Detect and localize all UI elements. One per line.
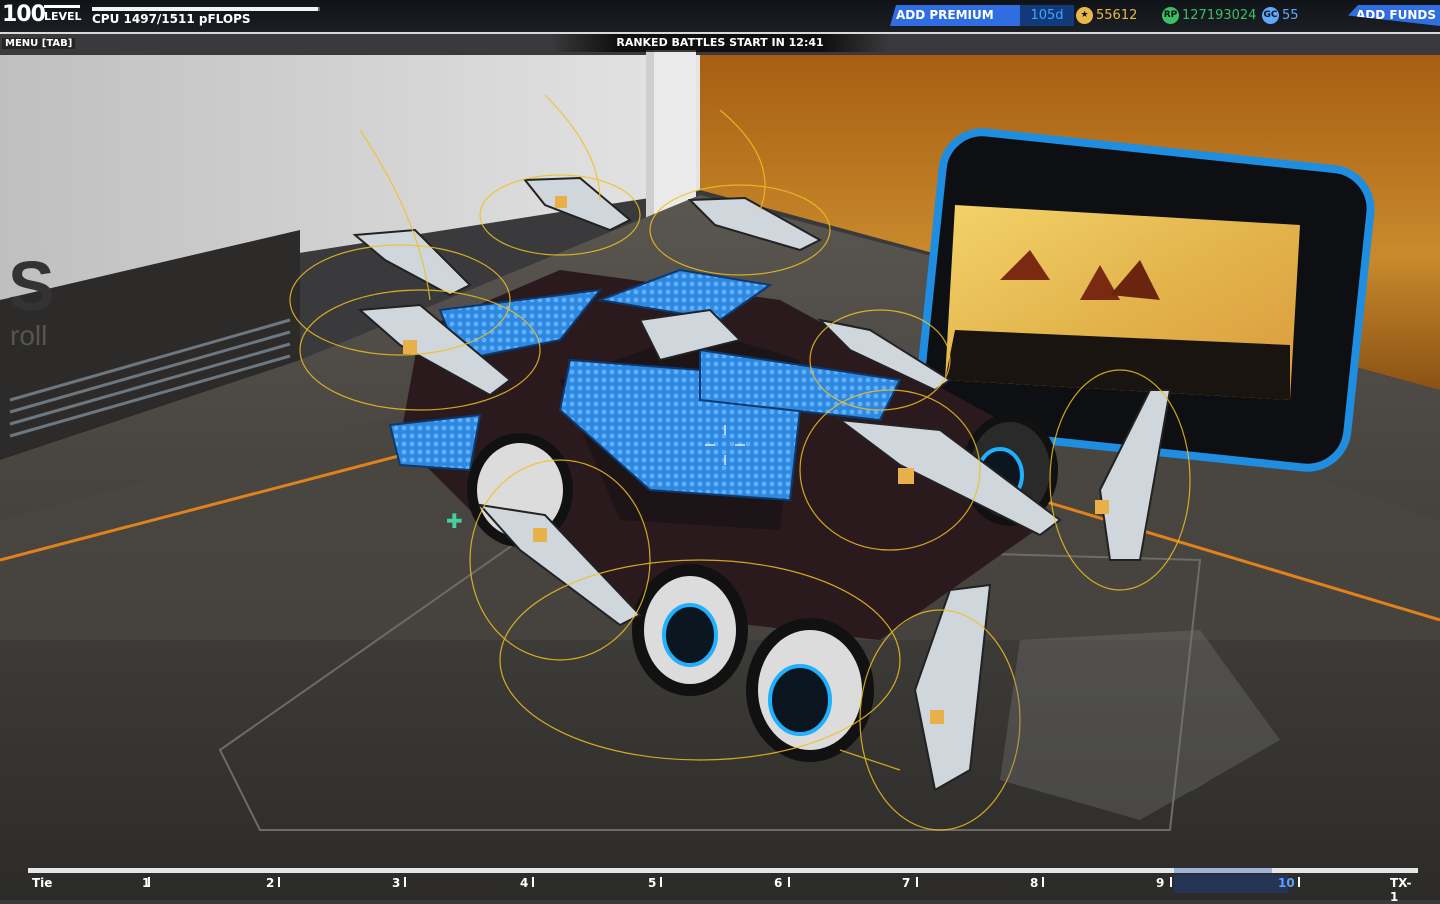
tier-divider <box>916 877 918 887</box>
top-hud: 100 LEVEL CPU 1497/1511 pFLOPS ADD PREMI… <box>0 0 1440 34</box>
tier-divider <box>1170 877 1172 887</box>
tier-divider <box>660 877 662 887</box>
tier-divider <box>1042 877 1044 887</box>
rp-icon: RP <box>1162 7 1179 24</box>
tier-divider <box>1298 877 1300 887</box>
tier-label-1: 1 <box>142 876 151 890</box>
tier-label-6: 6 <box>774 876 783 890</box>
tier-label-7: 7 <box>902 876 911 890</box>
tier-label-10: 10 <box>1278 876 1295 890</box>
tier-label-4: 4 <box>520 876 529 890</box>
player-level-label: LEVEL <box>44 10 82 23</box>
wall-logo-letter: S <box>8 247 55 325</box>
tier-label-5: 5 <box>648 876 657 890</box>
garage-scene: S roll ✚ <box>0 50 1440 900</box>
tier-label-3: 3 <box>392 876 401 890</box>
player-level-number: 100 <box>2 2 46 27</box>
cpu-bar-fill <box>92 7 318 11</box>
gc-icon: GC <box>1262 7 1279 24</box>
galaxy-coins-counter: GC 55 <box>1262 5 1299 26</box>
tech-points-counter: ★ 55612 <box>1076 5 1137 26</box>
ranked-battles-banner: RANKED BATTLES START IN 12:41 <box>550 34 890 52</box>
tier-divider <box>404 877 406 887</box>
svg-text:✚: ✚ <box>446 509 463 533</box>
add-premium-button[interactable]: ADD PREMIUM <box>890 5 1020 26</box>
tier-bar: Tie 1 2 3 4 5 6 7 8 9 10 TX-1 <box>28 868 1418 904</box>
tier-label-2: 2 <box>266 876 275 890</box>
wall-logo-text: roll <box>10 320 47 351</box>
robits-counter: RP 127193024 <box>1162 5 1256 26</box>
tier-label-start: Tie <box>32 876 53 890</box>
menu-button[interactable]: MENU [TAB] <box>2 38 76 49</box>
tech-points-value: 55612 <box>1096 8 1138 23</box>
tier-divider <box>278 877 280 887</box>
level-progress-tick <box>44 5 80 8</box>
tier-divider <box>788 877 790 887</box>
cpu-bar <box>92 7 320 11</box>
tier-progress-fill <box>1174 868 1272 873</box>
tier-divider <box>532 877 534 887</box>
premium-days: 105d <box>1020 5 1074 26</box>
cpu-label: CPU 1497/1511 pFLOPS <box>92 12 251 26</box>
current-tier-highlight <box>1174 875 1288 893</box>
tier-label-9: 9 <box>1156 876 1165 890</box>
add-funds-button[interactable]: ADD FUNDS <box>1348 5 1440 26</box>
star-icon: ★ <box>1076 7 1093 24</box>
tier-label-8: 8 <box>1030 876 1039 890</box>
robits-value: 127193024 <box>1182 8 1257 23</box>
galaxy-coins-value: 55 <box>1282 8 1299 23</box>
